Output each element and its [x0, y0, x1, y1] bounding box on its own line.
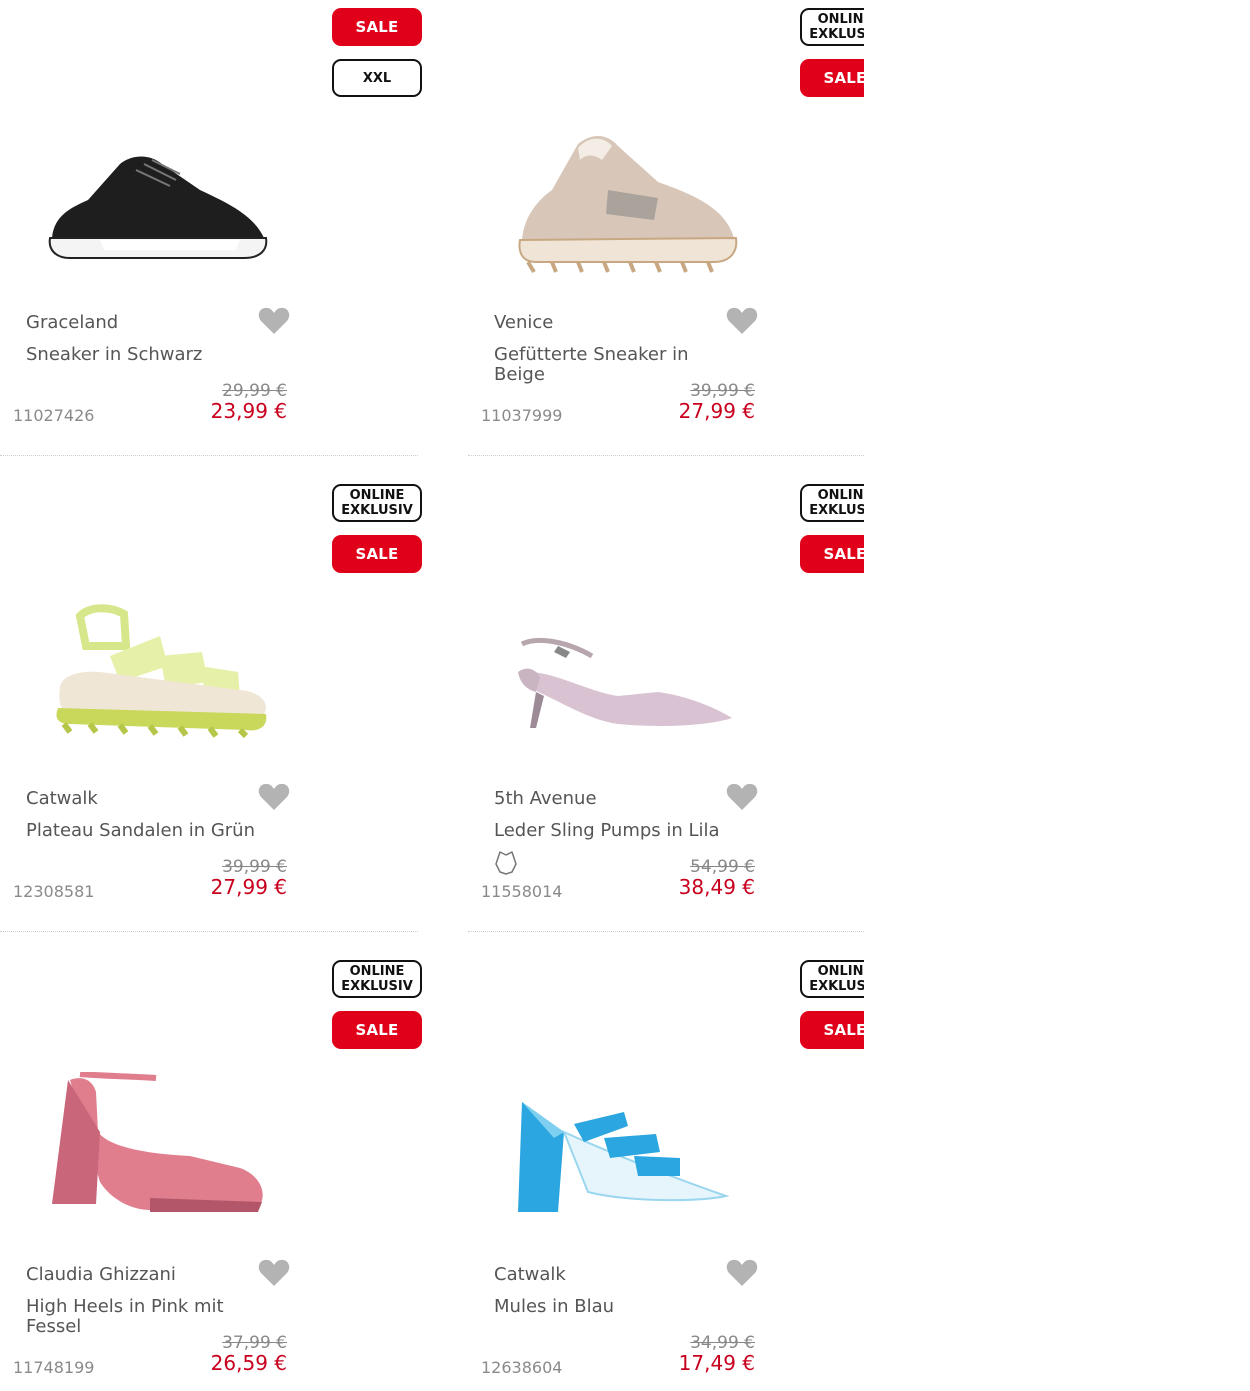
old-price: 29,99 €: [222, 381, 287, 401]
sale-badge: SALE: [332, 535, 422, 573]
brand-name: Catwalk: [494, 1264, 566, 1285]
article-number: 11027426: [13, 406, 95, 425]
sale-badge: SALE: [332, 8, 422, 46]
product-card[interactable]: ONLINE EXKLUSIV SALE Venice Gefütterte S…: [468, 0, 864, 456]
product-name[interactable]: Plateau Sandalen in Grün: [26, 821, 276, 841]
wishlist-heart-icon[interactable]: [726, 1258, 758, 1288]
online-exklusiv-badge: ONLINE EXKLUSIV: [800, 8, 864, 46]
wishlist-heart-icon[interactable]: [726, 306, 758, 336]
xxl-badge: XXL: [332, 59, 422, 97]
online-exklusiv-badge: ONLINE EXKLUSIV: [332, 960, 422, 998]
old-price: 39,99 €: [222, 857, 287, 877]
brand-name: Catwalk: [26, 788, 98, 809]
black-sneaker-image[interactable]: [40, 120, 280, 290]
product-card[interactable]: ONLINE EXKLUSIV SALE Catwalk Mules in Bl…: [468, 952, 864, 1391]
brand-name: Claudia Ghizzani: [26, 1264, 176, 1285]
product-name[interactable]: High Heels in Pink mit Fessel: [26, 1297, 276, 1337]
sale-badge: SALE: [800, 1011, 864, 1049]
online-exklusiv-badge: ONLINE EXKLUSIV: [800, 960, 864, 998]
blue-mule-image[interactable]: [508, 1072, 748, 1242]
product-card[interactable]: ONLINE EXKLUSIV SALE Catwalk Plateau San…: [0, 476, 422, 932]
old-price: 34,99 €: [690, 1333, 755, 1353]
row-divider: [468, 931, 864, 932]
wishlist-heart-icon[interactable]: [258, 306, 290, 336]
product-name[interactable]: Leder Sling Pumps in Lila: [494, 821, 744, 841]
row-divider: [0, 931, 418, 932]
product-name[interactable]: Sneaker in Schwarz: [26, 345, 276, 365]
sale-badge: SALE: [800, 535, 864, 573]
article-number: 11037999: [481, 406, 563, 425]
article-number: 11558014: [481, 882, 563, 901]
sale-price: 27,99 €: [678, 399, 755, 423]
product-name[interactable]: Mules in Blau: [494, 1297, 744, 1317]
old-price: 39,99 €: [690, 381, 755, 401]
article-number: 12638604: [481, 1358, 563, 1377]
product-card[interactable]: ONLINE EXKLUSIV SALE Claudia Ghizzani Hi…: [0, 952, 422, 1391]
old-price: 54,99 €: [690, 857, 755, 877]
sale-badge: SALE: [800, 59, 864, 97]
online-exklusiv-badge: ONLINE EXKLUSIV: [332, 484, 422, 522]
wishlist-heart-icon[interactable]: [258, 782, 290, 812]
lilac-pump-image[interactable]: [508, 596, 748, 766]
product-card[interactable]: SALE XXL Graceland Sneaker in Schwarz 29…: [0, 0, 422, 456]
product-card[interactable]: ONLINE EXKLUSIV SALE 5th Avenue Leder Sl…: [468, 476, 864, 932]
online-exklusiv-badge: ONLINE EXKLUSIV: [800, 484, 864, 522]
brand-name: 5th Avenue: [494, 788, 597, 809]
leather-icon: [494, 850, 518, 880]
product-grid: SALE XXL Graceland Sneaker in Schwarz 29…: [0, 0, 864, 1391]
sale-price: 38,49 €: [678, 875, 755, 899]
old-price: 37,99 €: [222, 1333, 287, 1353]
brand-name: Graceland: [26, 312, 119, 333]
beige-sneaker-image[interactable]: [508, 120, 748, 290]
article-number: 12308581: [13, 882, 95, 901]
row-divider: [468, 455, 864, 456]
wishlist-heart-icon[interactable]: [258, 1258, 290, 1288]
sale-price: 26,59 €: [210, 1351, 287, 1375]
brand-name: Venice: [494, 312, 554, 333]
article-number: 11748199: [13, 1358, 95, 1377]
row-divider: [0, 455, 418, 456]
sale-price: 23,99 €: [210, 399, 287, 423]
green-sandal-image[interactable]: [40, 596, 280, 766]
sale-price: 27,99 €: [210, 875, 287, 899]
sale-badge: SALE: [332, 1011, 422, 1049]
pink-heel-image[interactable]: [40, 1071, 280, 1242]
product-name[interactable]: Gefütterte Sneaker in Beige: [494, 345, 744, 385]
sale-price: 17,49 €: [678, 1351, 755, 1375]
wishlist-heart-icon[interactable]: [726, 782, 758, 812]
